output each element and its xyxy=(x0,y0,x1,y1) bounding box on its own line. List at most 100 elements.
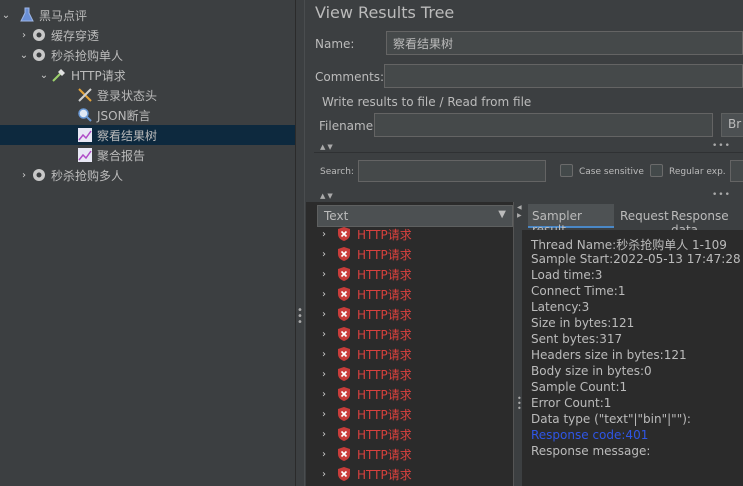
sampler-detail-panel: Sampler result Request Response data Thr… xyxy=(522,202,743,486)
sampler-result-line: Error Count:1 xyxy=(531,396,612,410)
tab-sampler-result[interactable]: Sampler result xyxy=(528,204,614,237)
chevron-down-icon[interactable]: ⌄ xyxy=(0,5,12,25)
wrench-icon xyxy=(76,86,94,104)
result-row[interactable]: › HTTP请求 xyxy=(317,384,513,404)
chart-icon xyxy=(76,146,94,164)
split-divider[interactable] xyxy=(295,0,305,486)
chevron-right-icon[interactable]: › xyxy=(317,249,331,260)
tree-node-login-header[interactable]: 登录状态头 xyxy=(0,85,295,105)
error-shield-icon xyxy=(335,465,353,483)
result-row[interactable]: › HTTP请求 xyxy=(317,244,513,264)
gear-icon xyxy=(30,166,48,184)
result-row[interactable]: › HTTP请求 xyxy=(317,364,513,384)
result-row[interactable]: › HTTP请求 xyxy=(317,324,513,344)
more-dots-icon[interactable]: ••• xyxy=(712,190,731,200)
tree-node-aggregate-report[interactable]: 聚合报告 xyxy=(0,145,295,165)
tree-node-json-assertion[interactable]: JSON断言 xyxy=(0,105,295,125)
sampler-result-line: Headers size in bytes:121 xyxy=(531,348,687,362)
chevron-right-icon[interactable]: › xyxy=(317,429,331,440)
tree-node-seckill-single[interactable]: ⌄ 秒杀抢购单人 xyxy=(0,45,295,65)
chevron-down-icon[interactable]: ⌄ xyxy=(18,45,30,65)
regular-exp-label: Regular exp. xyxy=(669,167,726,177)
chevron-right-icon[interactable]: › xyxy=(317,349,331,360)
tree-node-label: 秒杀抢购单人 xyxy=(51,48,124,63)
regular-exp-checkbox[interactable] xyxy=(650,164,663,177)
tree-node-seckill-multi[interactable]: › 秒杀抢购多人 xyxy=(0,165,295,185)
sampler-result-line: Response message: xyxy=(531,444,651,458)
error-shield-icon xyxy=(335,225,353,243)
chevron-right-icon[interactable]: › xyxy=(317,309,331,320)
result-row[interactable]: › HTTP请求 xyxy=(317,464,513,484)
error-shield-icon xyxy=(335,405,353,423)
result-row[interactable]: › HTTP请求 xyxy=(317,404,513,424)
tree-node-label: HTTP请求 xyxy=(71,68,126,83)
sampler-result-text: Thread Name:秒杀抢购单人 1-109 Sample Start:202… xyxy=(522,230,743,486)
result-row[interactable]: › HTTP请求 xyxy=(317,284,513,304)
result-label: HTTP请求 xyxy=(357,447,412,462)
search-button[interactable] xyxy=(730,160,743,182)
result-row[interactable]: › HTTP请求 xyxy=(317,304,513,324)
case-sensitive-checkbox[interactable] xyxy=(560,164,573,177)
tree-node-cache[interactable]: › 缓存穿透 xyxy=(0,25,295,45)
error-shield-icon xyxy=(335,345,353,363)
filename-field[interactable] xyxy=(374,113,713,137)
more-dots-icon[interactable]: ••• xyxy=(712,141,731,151)
chevron-right-icon[interactable]: › xyxy=(317,469,331,480)
search-input[interactable] xyxy=(358,160,546,182)
sampler-result-line: Latency:3 xyxy=(531,300,590,314)
chevron-right-icon[interactable]: › xyxy=(18,25,30,45)
case-sensitive-label: Case sensitive xyxy=(579,167,644,177)
collapse-arrows-icon[interactable]: ▲▼ xyxy=(320,192,335,200)
chevron-right-icon[interactable]: › xyxy=(317,289,331,300)
pipette-icon xyxy=(50,66,68,84)
chevron-right-icon[interactable]: › xyxy=(317,269,331,280)
gear-icon xyxy=(30,46,48,64)
chevron-right-icon[interactable]: › xyxy=(317,369,331,380)
tab-response-data[interactable]: Response data xyxy=(667,204,743,237)
result-label: HTTP请求 xyxy=(357,467,412,482)
tree-node-label: JSON断言 xyxy=(97,108,151,123)
result-row[interactable]: › HTTP请求 xyxy=(317,424,513,444)
error-shield-icon xyxy=(335,265,353,283)
result-row[interactable]: › HTTP请求 xyxy=(317,264,513,284)
tree-node-test-plan[interactable]: ⌄ 黑马点评 xyxy=(0,5,295,25)
name-label: Name: xyxy=(315,37,355,51)
result-row[interactable]: › HTTP请求 xyxy=(317,344,513,364)
split-grip-icon[interactable]: • • • xyxy=(297,306,303,328)
error-shield-icon xyxy=(335,325,353,343)
error-shield-icon xyxy=(335,285,353,303)
result-label: HTTP请求 xyxy=(357,267,412,282)
tree-node-view-results-tree[interactable]: 察看结果树 xyxy=(0,125,295,145)
tree-node-label: 黑马点评 xyxy=(39,8,88,23)
comments-field[interactable] xyxy=(384,64,743,88)
sampler-result-line: Response code:401 xyxy=(531,428,649,442)
tree-node-http-request[interactable]: ⌄ HTTP请求 xyxy=(0,65,295,85)
separator xyxy=(314,152,743,153)
collapse-arrows-icon[interactable]: ▲▼ xyxy=(320,143,335,151)
result-label: HTTP请求 xyxy=(357,387,412,402)
chevron-right-icon[interactable]: › xyxy=(317,329,331,340)
name-field[interactable]: 察看结果树 xyxy=(386,31,743,55)
result-label: HTTP请求 xyxy=(357,307,412,322)
sampler-result-line: Data type ("text"|"bin"|""): xyxy=(531,412,691,426)
result-row[interactable]: › HTTP请求 xyxy=(317,224,513,244)
result-label: HTTP请求 xyxy=(357,347,412,362)
error-shield-icon xyxy=(335,385,353,403)
result-label: HTTP请求 xyxy=(357,427,412,442)
browse-button[interactable]: Br xyxy=(721,113,743,137)
chevron-right-icon[interactable]: › xyxy=(317,409,331,420)
result-row[interactable]: › HTTP请求 xyxy=(317,444,513,464)
chevron-down-icon[interactable]: ⌄ xyxy=(38,65,50,85)
error-shield-icon xyxy=(335,425,353,443)
tab-request[interactable]: Request xyxy=(616,204,669,228)
result-label: HTTP请求 xyxy=(357,327,412,342)
chevron-right-icon[interactable]: › xyxy=(18,165,30,185)
result-label: HTTP请求 xyxy=(357,227,412,242)
chevron-down-icon: ▼ xyxy=(498,209,506,220)
chevron-right-icon[interactable]: › xyxy=(317,449,331,460)
vertical-grip-icon[interactable]: • • • xyxy=(517,395,522,413)
error-shield-icon xyxy=(335,305,353,323)
chevron-right-icon[interactable]: › xyxy=(317,389,331,400)
sampler-result-line: Body size in bytes:0 xyxy=(531,364,652,378)
chevron-right-icon[interactable]: › xyxy=(317,229,331,240)
